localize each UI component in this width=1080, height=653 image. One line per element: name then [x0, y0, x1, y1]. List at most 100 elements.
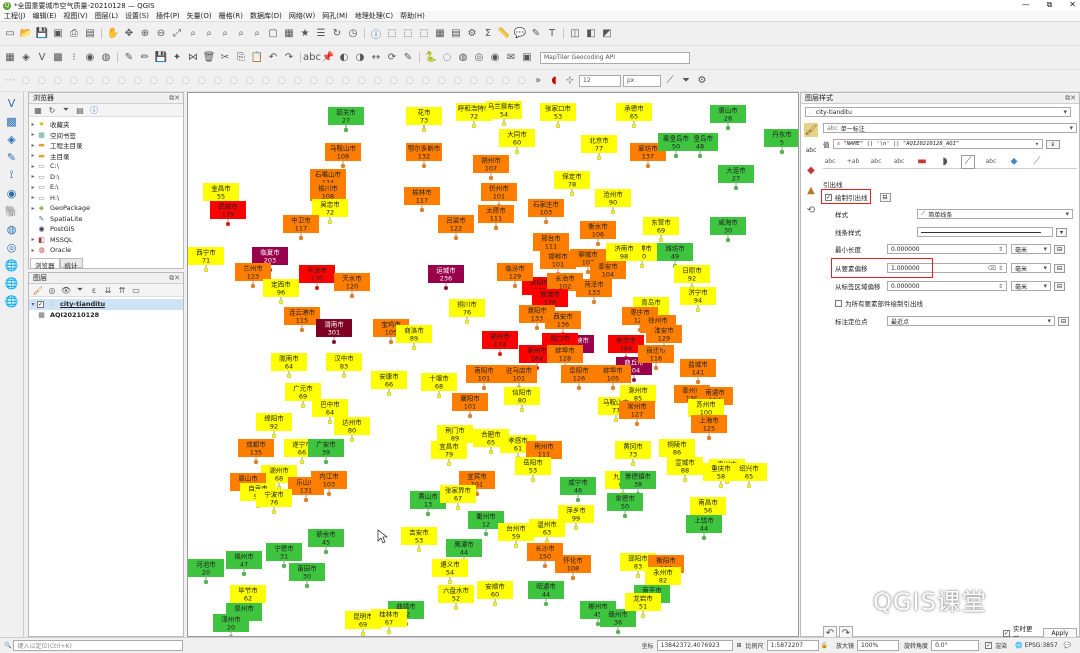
- zoom-full-icon[interactable]: ⤢: [170, 27, 184, 41]
- digitize-shape-icon[interactable]: ◌: [339, 74, 353, 88]
- tracing-icon[interactable]: ⟋: [663, 74, 677, 88]
- statistical-summary-icon[interactable]: Σ: [481, 27, 495, 41]
- city-point[interactable]: [360, 631, 366, 636]
- browser-item-geopackage[interactable]: ▸ ◈ GeoPackage: [29, 203, 183, 214]
- add-oracle-icon[interactable]: ◎: [5, 240, 19, 254]
- bookmark-new-icon[interactable]: ★: [298, 27, 312, 41]
- python-console-icon[interactable]: 🐍: [424, 51, 438, 65]
- digitize-shape-icon[interactable]: ◌: [259, 74, 273, 88]
- temporal-controller-icon[interactable]: ◷: [346, 27, 360, 41]
- add-raster-layer-icon[interactable]: ▩: [51, 51, 65, 65]
- geocoder-input[interactable]: MapTiler Geocoding API: [540, 51, 690, 64]
- city-point[interactable]: [613, 417, 619, 423]
- city-point[interactable]: [421, 127, 427, 133]
- paste-features-icon[interactable]: 📋: [250, 51, 264, 65]
- add-postgis-icon[interactable]: 🐘: [5, 204, 19, 218]
- plugin-icon[interactable]: ▣: [520, 51, 534, 65]
- city-point[interactable]: [331, 339, 337, 345]
- cut-features-icon[interactable]: ✂: [218, 51, 232, 65]
- city-point[interactable]: [340, 163, 346, 169]
- digitize-shape-icon[interactable]: ◌: [483, 74, 497, 88]
- city-point[interactable]: [492, 601, 498, 607]
- current-edits-icon[interactable]: ✎: [122, 51, 136, 65]
- tab-statistics[interactable]: 统计: [59, 258, 83, 270]
- digitize-shape-icon[interactable]: ◌: [227, 74, 241, 88]
- city-point[interactable]: [447, 579, 453, 585]
- city-point[interactable]: [203, 267, 209, 273]
- all-parts-checkbox[interactable]: [835, 299, 842, 307]
- symbology-tab-icon[interactable]: 🖌: [804, 123, 818, 137]
- city-point[interactable]: [530, 477, 536, 483]
- digitize-shape-icon[interactable]: ◌: [467, 74, 481, 88]
- properties-icon[interactable]: ⓘ: [89, 105, 99, 115]
- add-gps-icon[interactable]: ⟟: [5, 168, 19, 182]
- digitize-shape-icon[interactable]: ◌: [131, 74, 145, 88]
- city-point[interactable]: [225, 221, 231, 227]
- digitize-shape-icon[interactable]: ◌: [35, 74, 49, 88]
- city-point[interactable]: [673, 153, 679, 159]
- snapping-icon[interactable]: ⋯: [3, 74, 17, 88]
- layer-visibility-checkbox[interactable]: ✓: [37, 300, 44, 308]
- panel-float-close-icon[interactable]: ⧉✕: [1065, 94, 1079, 103]
- city-point[interactable]: [481, 385, 487, 391]
- city-point[interactable]: [436, 393, 442, 399]
- anchor-point-select[interactable]: 最近点: [887, 316, 1055, 326]
- zoom-selection-icon[interactable]: ⌕: [186, 27, 200, 41]
- zoom-layer-icon[interactable]: ⌕: [202, 27, 216, 41]
- filter-icon[interactable]: ⏷: [679, 74, 693, 88]
- city-point[interactable]: [253, 459, 259, 465]
- buffer-tab-icon[interactable]: abc: [869, 155, 883, 169]
- labeling-mode-select[interactable]: abc 单一标注: [823, 123, 1077, 133]
- layer-item-city-tianditu[interactable]: ▾ ✓ ∴ city-tianditu: [29, 299, 183, 310]
- new-geopackage-icon[interactable]: ◈: [19, 51, 33, 65]
- pan-icon[interactable]: ✋: [106, 27, 120, 41]
- digitize-shape-icon[interactable]: ◌: [147, 74, 161, 88]
- digitize-shape-icon[interactable]: ◌: [403, 74, 417, 88]
- measure-icon[interactable]: 📏: [497, 27, 511, 41]
- city-point[interactable]: [241, 571, 247, 577]
- menu-edit[interactable]: 编辑(E): [33, 11, 57, 21]
- text-annotation-icon[interactable]: T: [545, 27, 559, 41]
- add-group-icon[interactable]: ◎: [47, 285, 57, 295]
- line-style-dropdown-button[interactable]: ▾: [1056, 227, 1067, 237]
- city-point[interactable]: [425, 511, 431, 517]
- text-tab-icon[interactable]: abc: [823, 155, 837, 169]
- city-point[interactable]: [388, 339, 394, 345]
- render-checkbox[interactable]: ✓: [985, 642, 993, 649]
- lock-scale-icon[interactable]: 🔒: [821, 642, 828, 649]
- digitize-shape-icon[interactable]: ◌: [291, 74, 305, 88]
- rendering-tab-icon[interactable]: ⬥: [1007, 155, 1021, 169]
- add-wcs-icon[interactable]: 🌐: [5, 294, 19, 308]
- plugin-icon[interactable]: ◉: [488, 51, 502, 65]
- history-tab-icon[interactable]: ⟲: [804, 203, 818, 217]
- crs-icon[interactable]: 🌐: [1015, 642, 1022, 649]
- new-3d-view-icon[interactable]: ▦: [282, 27, 296, 41]
- city-point[interactable]: [682, 477, 688, 483]
- menu-web[interactable]: 网络(W): [289, 11, 315, 21]
- digitize-shape-icon[interactable]: ◌: [83, 74, 97, 88]
- placement-tab-icon[interactable]: abc: [984, 155, 998, 169]
- digitize-shape-icon[interactable]: ◌: [323, 74, 337, 88]
- open-layer-styling-icon[interactable]: 🖌: [33, 285, 43, 295]
- digitize-shape-icon[interactable]: ◌: [387, 74, 401, 88]
- city-point[interactable]: [653, 365, 659, 371]
- bookmarks-show-icon[interactable]: ☰: [314, 27, 328, 41]
- data-defined-override-button[interactable]: ⊟: [1054, 244, 1065, 254]
- new-map-view-icon[interactable]: ▢: [266, 27, 280, 41]
- city-point[interactable]: [278, 299, 284, 305]
- brush-tab-icon[interactable]: ⟋: [1030, 155, 1044, 169]
- more-tools-icon[interactable]: »: [531, 74, 545, 88]
- digitize-shape-icon[interactable]: ◌: [435, 74, 449, 88]
- save-as-icon[interactable]: ▣: [51, 27, 65, 41]
- data-defined-override-button[interactable]: ⊟: [879, 192, 891, 202]
- city-point[interactable]: [661, 345, 667, 351]
- crs-label[interactable]: EPSG:3857: [1025, 642, 1058, 649]
- plugin-icon[interactable]: ✉: [504, 51, 518, 65]
- scale-field[interactable]: 1:5872207: [766, 640, 819, 651]
- georeferencer-icon[interactable]: ◧: [584, 27, 598, 41]
- vertex-tool-icon[interactable]: ⋈: [186, 51, 200, 65]
- identify-icon[interactable]: ⓘ: [369, 27, 383, 41]
- city-point[interactable]: [323, 459, 329, 465]
- city-point[interactable]: [591, 299, 597, 305]
- plugin-icon[interactable]: ◎: [472, 51, 486, 65]
